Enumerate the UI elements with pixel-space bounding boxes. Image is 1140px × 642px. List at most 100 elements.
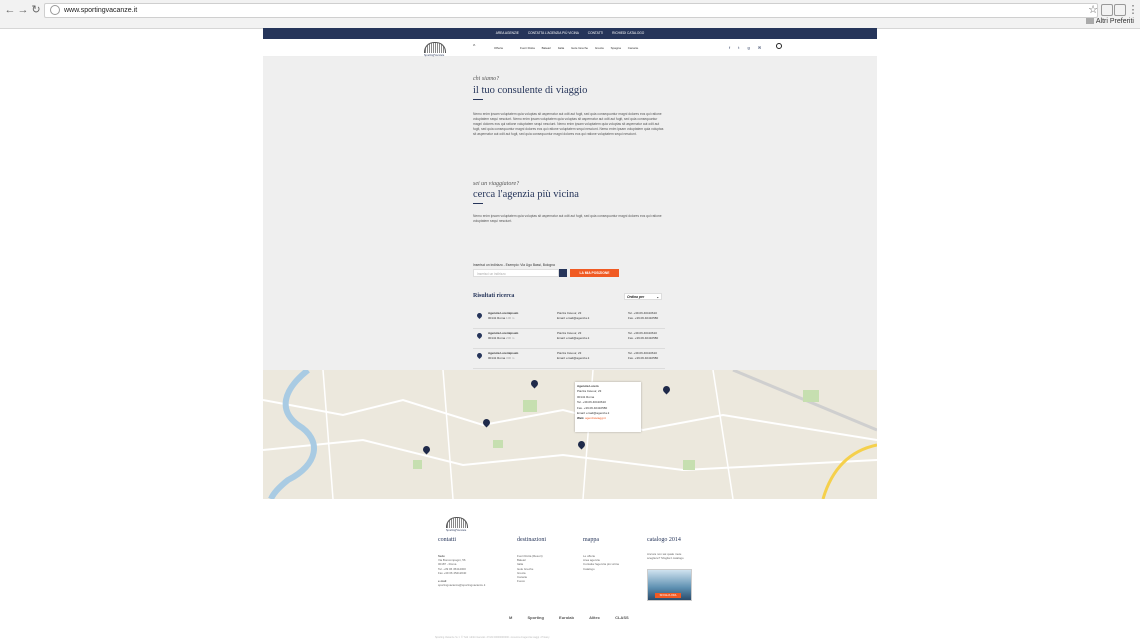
map-pin-icon xyxy=(475,331,484,340)
popup-line: Tel. +39.06.40410610 xyxy=(577,400,606,405)
partner-logo: M xyxy=(509,615,513,620)
agency-distance: 100 m xyxy=(506,316,515,320)
menu: Offerte Fuori Rotta Baleari Italia Isole… xyxy=(494,46,644,50)
extension-icon[interactable] xyxy=(1101,4,1113,16)
home-icon[interactable]: ^ xyxy=(473,44,475,50)
footer-link[interactable]: Fuoco xyxy=(517,579,543,583)
twitter-icon[interactable]: t xyxy=(738,45,739,50)
agency-fax: Fax. +39.06.40410580 xyxy=(628,336,659,340)
partner-logo: Sporting xyxy=(527,615,544,620)
result-row[interactable]: Agenzia Loremipsum 00141 Roma 100 m Piazz… xyxy=(473,309,665,329)
agency-city: 00141 Roma xyxy=(488,336,506,340)
result-row[interactable]: Agenzia Loremipsum00141 Roma 300 m Piazz… xyxy=(473,349,665,369)
facebook-icon[interactable]: f xyxy=(729,45,730,50)
footer-catalogo-title: catalogo 2014 xyxy=(647,537,681,543)
footer-logo[interactable]: SportingVacanze xyxy=(438,514,474,534)
logo-dome-icon xyxy=(424,42,446,53)
agency-map[interactable]: Agenzia Lorem Piazza Cavour, 23 00141 Ro… xyxy=(263,370,877,499)
footer-link[interactable]: Catalogo xyxy=(583,567,619,571)
menu-item[interactable]: Fuori Rotta xyxy=(520,46,535,50)
footer-contatti: Sede Via Boncompagni, 56 00187 - Roma Te… xyxy=(438,554,485,587)
section-kicker: sei un viaggiatore? xyxy=(473,181,520,187)
extension-icon-2[interactable] xyxy=(1114,4,1126,16)
catalog-button[interactable]: SFOGLIA ORA xyxy=(655,593,681,598)
footer-mappa-title: mappa xyxy=(583,537,599,543)
logo-text: SportingVacanze xyxy=(445,528,467,532)
site-logo[interactable]: SportingVacanze xyxy=(416,39,452,59)
footer: SportingVacanze contatti Sede Via Boncom… xyxy=(263,499,877,642)
footer-catalogo-text: Ancora non sai quale mete scegliere? Sfo… xyxy=(647,552,684,561)
my-position-button[interactable]: LA MIA POSIZIONE xyxy=(570,269,619,277)
agency-fax: Fax. +39.06.40410580 xyxy=(628,356,659,360)
folder-icon xyxy=(1085,18,1094,25)
footer-link[interactable]: Contatta l'agenzia più vicina xyxy=(583,562,619,566)
map-pin-icon xyxy=(475,311,484,320)
menu-item[interactable]: Baleari xyxy=(542,46,551,50)
agency-tel: Tel. +39.06.40410610 xyxy=(628,331,657,335)
agency-city: 00141 Roma xyxy=(488,316,506,320)
reload-icon[interactable]: ↻ xyxy=(30,4,42,16)
forward-icon[interactable]: → xyxy=(17,4,29,16)
menu-item[interactable]: Isole Greche xyxy=(571,46,588,50)
menu-item[interactable]: Grecia xyxy=(595,46,604,50)
agency-email[interactable]: Email: email@agenzia.it xyxy=(557,316,589,320)
email-icon[interactable]: ✉ xyxy=(758,45,761,50)
popup-line: Fax. +39.06.40410580 xyxy=(577,405,608,410)
menu-item[interactable]: Spagna xyxy=(611,46,621,50)
back-icon[interactable]: ← xyxy=(4,4,16,16)
browser-toolbar: ← → ↻ www.sportingvacanze.it ☆ ⋮ Altri P… xyxy=(0,0,1140,29)
section-title: cerca l'agenzia più vicina xyxy=(473,189,579,200)
menu-item[interactable]: Italia xyxy=(558,46,564,50)
other-bookmarks[interactable]: Altri Preferiti xyxy=(1085,18,1134,25)
popup-line[interactable]: Email: email@agenzia.it xyxy=(577,411,609,415)
map-pin-icon xyxy=(475,351,484,360)
topbar-link[interactable]: AREA AGENZIE xyxy=(496,31,519,35)
topbar-link[interactable]: CONTATTA L'AGENZIA PIÙ VICINA xyxy=(528,31,579,35)
address-bar[interactable]: www.sportingvacanze.it xyxy=(44,3,1098,18)
url-text: www.sportingvacanze.it xyxy=(64,7,138,14)
googleplus-icon[interactable]: g xyxy=(748,45,750,50)
agency-street: Piazza Cavour, 23 xyxy=(557,311,582,315)
sort-label: Ordina per xyxy=(627,295,645,299)
bookmark-star-icon[interactable]: ☆ xyxy=(1087,4,1099,16)
map-info-window: Agenzia Lorem Piazza Cavour, 23 00141 Ro… xyxy=(575,382,641,432)
menu-item[interactable]: Offerte xyxy=(494,46,503,50)
address-input[interactable]: Inserisci un indirizzo xyxy=(473,269,559,277)
section-title: il tuo consulente di viaggio xyxy=(473,85,588,96)
agency-name: Agenzia Loremipsum xyxy=(488,331,519,335)
agency-email[interactable]: Email: email@agenzia.it xyxy=(557,356,589,360)
copyright: Sporting Vacanze S.r.l. © Tutti i diritt… xyxy=(435,636,550,639)
popup-web-label: Web: xyxy=(577,416,585,421)
website: AREA AGENZIE CONTATTA L'AGENZIA PIÙ VICI… xyxy=(263,28,877,642)
map-canvas xyxy=(263,370,877,499)
top-bar: AREA AGENZIE CONTATTA L'AGENZIA PIÙ VICI… xyxy=(263,28,877,39)
bookmarks-label: Altri Preferiti xyxy=(1095,18,1134,25)
social-links: f t g ✉ xyxy=(729,45,768,50)
menu-icon[interactable]: ⋮ xyxy=(1127,4,1139,16)
agency-name: Agenzia Loremipsum xyxy=(488,311,519,315)
popup-web-link[interactable]: agenziaviaggi.it xyxy=(585,416,606,420)
result-row[interactable]: Agenzia Loremipsum 00141 Roma 200 m Piazz… xyxy=(473,329,665,349)
title-underline xyxy=(473,203,483,204)
partner-logo: Alitec xyxy=(589,615,600,620)
address-label: Inserisci un indirizzo - Esempio: Via Ug… xyxy=(473,263,555,267)
title-underline xyxy=(473,99,483,100)
sort-dropdown[interactable]: Ordina per ⌄ xyxy=(624,293,662,300)
topbar-link[interactable]: CONTATTI xyxy=(588,31,603,35)
agency-street: Piazza Cavour, 23 xyxy=(557,331,582,335)
section-kicker: chi siamo? xyxy=(473,76,500,82)
section-text: Nemo enim ipsam voluptatem quia voluptas… xyxy=(473,112,664,136)
page-info-icon[interactable] xyxy=(50,5,60,16)
content-area: chi siamo? il tuo consulente di viaggio … xyxy=(263,57,877,380)
agency-distance: 200 m xyxy=(506,336,515,340)
menu-item[interactable]: Canarie xyxy=(628,46,639,50)
agency-email[interactable]: Email: email@agenzia.it xyxy=(557,336,589,340)
search-address-button[interactable] xyxy=(559,269,567,277)
agency-distance: 300 m xyxy=(506,356,515,360)
footer-email-link[interactable]: sportingvacanze@sportingvacanze.it xyxy=(438,583,485,587)
search-icon[interactable] xyxy=(776,43,782,49)
partner-logo: Eurolab xyxy=(559,615,574,620)
agency-tel: Tel. +39.06.40410610 xyxy=(628,311,657,315)
topbar-link[interactable]: RICHIEDI CATALOGO xyxy=(612,31,644,35)
section-text: Nemo enim ipsam voluptatem quia voluptas… xyxy=(473,214,662,223)
